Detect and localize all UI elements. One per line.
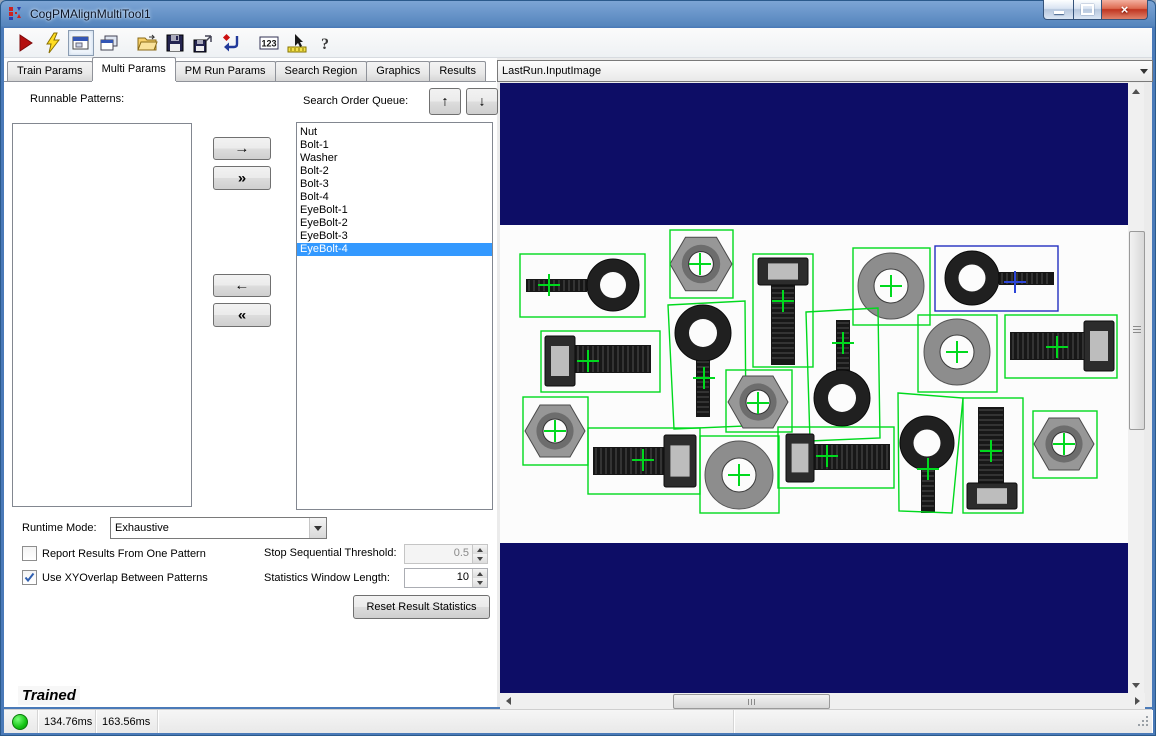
maximize-icon [1081,4,1094,15]
minimize-button[interactable] [1043,0,1074,20]
queue-item-bolt-4[interactable]: Bolt-4 [297,191,492,204]
queue-item-bolt-3[interactable]: Bolt-3 [297,178,492,191]
scroll-down-button[interactable] [1128,677,1144,693]
status-spacer-cell [734,710,1152,733]
cogpmalign-tool-window: CogPMAlignMultiTool1 × 123? Train Params… [0,0,1156,736]
close-button[interactable]: × [1102,0,1148,20]
numeric-display-icon[interactable]: 123 [256,30,282,56]
queue-item-washer[interactable]: Washer [297,152,492,165]
queue-move-up-button[interactable]: ↑ [429,88,461,115]
horizontal-scroll-thumb[interactable] [673,694,830,709]
total-time-cell: 163.56ms [96,710,158,733]
input-image [500,225,1128,543]
tab-train-params[interactable]: Train Params [7,61,93,81]
chevron-down-icon [309,518,326,538]
runnable-patterns-label: Runnable Patterns: [30,93,124,105]
report-results-checkbox[interactable] [22,546,37,561]
statistics-window-length-spinner[interactable]: 10 [404,568,488,588]
queue-item-bolt-2[interactable]: Bolt-2 [297,165,492,178]
arrow-down-icon: ↓ [478,95,486,109]
scroll-left-button[interactable] [500,693,516,709]
save-as-icon[interactable] [190,30,216,56]
runnable-patterns-listbox[interactable] [12,123,192,507]
chevron-down-icon [1136,61,1152,81]
move-all-right-button[interactable]: » [213,166,271,190]
run-electric-icon[interactable] [40,30,66,56]
maximize-button[interactable] [1074,0,1102,20]
tab-strip: Train ParamsMulti ParamsPM Run ParamsSea… [4,61,496,82]
move-left-button[interactable]: ← [213,274,271,297]
spinner-buttons[interactable] [472,545,487,563]
display-image-selector-value: LastRun.InputImage [498,65,1136,77]
horizontal-scrollbar[interactable] [500,693,1145,709]
help-icon[interactable]: ? [312,30,338,56]
copy-results-window-icon[interactable] [96,30,122,56]
runtime-mode-value: Exhaustive [111,522,309,534]
move-right-button[interactable]: → [213,137,271,160]
statistics-window-length-label: Statistics Window Length: [264,572,390,584]
reset-result-statistics-label: Reset Result Statistics [366,601,476,613]
tab-search-region[interactable]: Search Region [275,61,368,81]
stop-sequential-threshold-value: 0.5 [405,545,472,563]
reset-result-statistics-button[interactable]: Reset Result Statistics [353,595,490,619]
arrow-left-icon: ← [235,279,250,293]
title-bar[interactable]: CogPMAlignMultiTool1 × [0,0,1156,28]
status-indicator-icon [12,714,28,730]
queue-item-eyebolt-4[interactable]: EyeBolt-4 [297,243,492,256]
open-file-icon[interactable] [134,30,160,56]
queue-item-eyebolt-2[interactable]: EyeBolt-2 [297,217,492,230]
queue-item-eyebolt-3[interactable]: EyeBolt-3 [297,230,492,243]
move-all-left-button[interactable]: « [213,303,271,327]
vertical-scroll-thumb[interactable] [1129,231,1145,430]
toolbar: 123? [4,28,1152,58]
window-title: CogPMAlignMultiTool1 [30,7,151,21]
queue-item-bolt-1[interactable]: Bolt-1 [297,139,492,152]
status-spacer-cell [158,710,734,733]
stop-sequential-threshold-label: Stop Sequential Threshold: [264,547,397,559]
arrow-right-icon: → [235,142,250,156]
tab-pm-run-params[interactable]: PM Run Params [175,61,276,81]
reset-tool-icon[interactable] [218,30,244,56]
report-results-label: Report Results From One Pattern [42,548,206,560]
float-window-icon[interactable] [68,30,94,56]
spinner-buttons[interactable] [472,569,487,587]
minimize-icon [1054,11,1064,14]
run-time-cell: 134.76ms [38,710,96,733]
arrow-up-icon: ↑ [441,95,449,109]
svg-text:?: ? [321,36,329,53]
stop-sequential-threshold-spinner[interactable]: 0.5 [404,544,488,564]
close-icon: × [1121,2,1129,17]
tab-multi-params[interactable]: Multi Params [92,57,176,81]
run-icon[interactable] [12,30,38,56]
pointer-tool-icon[interactable] [284,30,310,56]
runtime-mode-label: Runtime Mode: [22,522,97,534]
display-image-selector[interactable]: LastRun.InputImage [497,60,1153,82]
trained-status-label: Trained [18,686,80,705]
queue-item-nut[interactable]: Nut [297,126,492,139]
scroll-right-button[interactable] [1129,693,1145,709]
runtime-mode-combobox[interactable]: Exhaustive [110,517,327,539]
double-arrow-right-icon: » [238,171,246,185]
resize-grip-icon[interactable] [1137,715,1149,730]
status-indicator-cell [4,710,38,733]
search-order-queue-listbox[interactable]: NutBolt-1WasherBolt-2Bolt-3Bolt-4EyeBolt… [296,122,493,510]
use-xyoverlap-label: Use XYOverlap Between Patterns [42,572,208,584]
search-order-queue-label: Search Order Queue: [303,95,408,107]
scroll-up-button[interactable] [1128,83,1144,99]
tab-results[interactable]: Results [429,61,486,81]
svg-text:123: 123 [261,38,276,48]
use-xyoverlap-checkbox[interactable] [22,570,37,585]
double-arrow-left-icon: « [238,308,246,322]
queue-move-down-button[interactable]: ↓ [466,88,498,115]
status-bar: 134.76ms 163.56ms [4,709,1152,733]
vertical-scrollbar[interactable] [1128,83,1144,693]
image-display[interactable] [500,83,1128,693]
queue-item-eyebolt-1[interactable]: EyeBolt-1 [297,204,492,217]
app-icon [8,6,24,22]
statistics-window-length-value: 10 [405,569,472,587]
tab-graphics[interactable]: Graphics [366,61,430,81]
save-file-icon[interactable] [162,30,188,56]
